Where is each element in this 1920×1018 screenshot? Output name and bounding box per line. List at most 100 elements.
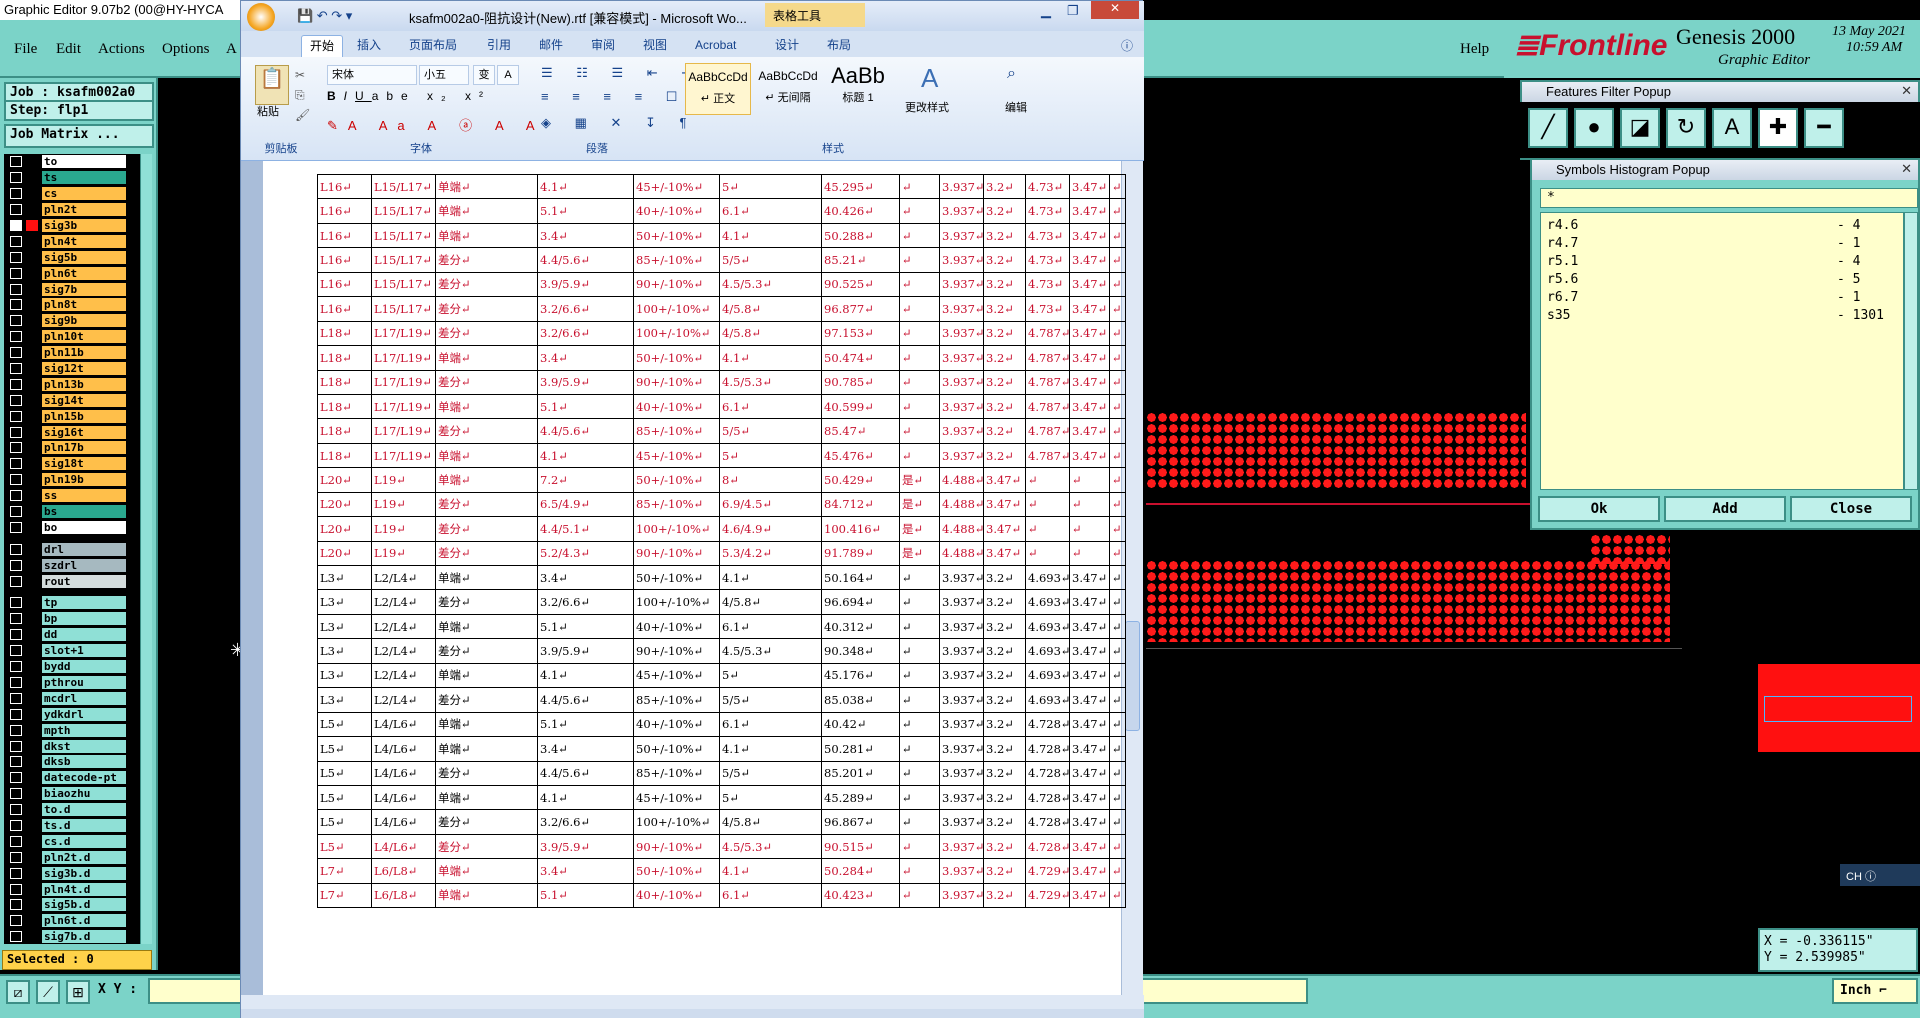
table-cell[interactable]: 3.937↵: [939, 418, 984, 444]
layer-row[interactable]: bp: [4, 611, 144, 627]
font-color-icons[interactable]: ✎A Aa A ⓐ A A: [327, 115, 545, 134]
layer-row[interactable]: pthrou: [4, 675, 144, 691]
table-cell[interactable]: 5.1↵: [537, 393, 634, 420]
table-cell[interactable]: L7↵: [317, 858, 372, 884]
layer-row[interactable]: rout: [4, 573, 144, 589]
table-cell[interactable]: 3.47↵: [1069, 833, 1110, 860]
table-cell[interactable]: 3.47↵: [983, 491, 1026, 518]
office-button-icon[interactable]: [247, 3, 275, 31]
table-cell[interactable]: L2/L4↵: [371, 687, 436, 713]
table-cell[interactable]: ↵: [1109, 345, 1126, 371]
layer-checkbox[interactable]: [10, 597, 22, 609]
table-cell[interactable]: 单端↵: [435, 858, 538, 884]
layer-row[interactable]: bo: [4, 519, 144, 535]
layer-row[interactable]: sig16t: [4, 424, 144, 440]
table-cell[interactable]: 3.47↵: [1069, 222, 1110, 249]
layer-row[interactable]: szdrl: [4, 557, 144, 573]
tab-design[interactable]: 设计: [767, 35, 807, 57]
table-cell[interactable]: L4/L6↵: [371, 711, 436, 738]
table-cell[interactable]: 3.937↵: [939, 858, 984, 884]
table-row[interactable]: L16↵ L15/L17↵ 差分↵ 3.9/5.9↵ 90+/-10%↵ 4.5/5.3↵…: [317, 271, 1126, 298]
layer-row[interactable]: to: [4, 154, 144, 170]
table-cell[interactable]: 单端↵: [435, 393, 538, 420]
table-cell[interactable]: ↵: [899, 809, 940, 835]
layer-checkbox[interactable]: [10, 899, 22, 911]
layer-row[interactable]: sig3b: [4, 218, 144, 234]
help-icon[interactable]: ⓘ: [1121, 37, 1133, 54]
table-cell[interactable]: 4.4/5.1↵: [537, 516, 634, 542]
table-cell[interactable]: 3.47↵: [1069, 418, 1110, 444]
table-cell[interactable]: 3.2↵: [983, 638, 1026, 664]
table-cell[interactable]: 3.937↵: [939, 662, 984, 689]
table-cell[interactable]: 50.474↵: [821, 345, 900, 371]
layer-name[interactable]: pln4t: [42, 234, 126, 248]
table-cell[interactable]: L18↵: [317, 442, 372, 469]
style-normal[interactable]: AaBbCcDd ↵ 正文: [685, 63, 751, 115]
table-cell[interactable]: ↵: [1025, 540, 1070, 567]
layer-name[interactable]: drl: [42, 542, 126, 556]
table-cell[interactable]: L20↵: [317, 467, 372, 493]
table-cell[interactable]: 100+/-10%↵: [633, 809, 720, 835]
table-cell[interactable]: 3.9/5.9↵: [537, 369, 634, 395]
layer-row[interactable]: pln15b: [4, 408, 144, 424]
table-cell[interactable]: ↵: [899, 711, 940, 738]
layer-checkbox[interactable]: [10, 347, 22, 359]
table-cell[interactable]: 6.1↵: [719, 613, 822, 640]
table-cell[interactable]: 85.47↵: [821, 418, 900, 444]
table-cell[interactable]: 3.2/6.6↵: [537, 589, 634, 615]
table-cell[interactable]: ↵: [1109, 491, 1126, 518]
table-cell[interactable]: 50.288↵: [821, 222, 900, 249]
table-row[interactable]: L20↵ L19↵ 差分↵ 4.4/5.1↵ 100+/-10%↵ 4.6/4.9↵ 100…: [317, 516, 1126, 542]
table-row[interactable]: L3↵ L2/L4↵ 单端↵ 4.1↵ 45+/-10%↵ 5↵ 45.176↵ ↵ 3.937…: [317, 662, 1126, 689]
table-cell[interactable]: L19↵: [371, 540, 436, 567]
table-cell[interactable]: 6.1↵: [719, 198, 822, 224]
layer-checkbox[interactable]: [10, 283, 22, 295]
table-cell[interactable]: 45.289↵: [821, 784, 900, 811]
layer-row[interactable]: pln6t.d: [4, 913, 144, 929]
table-cell[interactable]: ↵: [899, 589, 940, 615]
layer-checkbox[interactable]: [10, 204, 22, 216]
table-cell[interactable]: 4.728↵: [1025, 736, 1070, 762]
table-cell[interactable]: 4.728↵: [1025, 711, 1070, 738]
table-cell[interactable]: ↵: [1069, 540, 1110, 567]
table-cell[interactable]: 3.2↵: [983, 589, 1026, 615]
table-cell[interactable]: ↵: [1109, 198, 1126, 224]
table-cell[interactable]: ↵: [899, 564, 940, 591]
layer-name[interactable]: pln13b: [42, 377, 126, 391]
table-row[interactable]: L16↵ L15/L17↵ 差分↵ 3.2/6.6↵ 100+/-10%↵ 4/5.8↵ 9…: [317, 296, 1126, 322]
table-cell[interactable]: L17/L19↵: [371, 418, 436, 444]
table-cell[interactable]: 50+/-10%↵: [633, 222, 720, 249]
table-cell[interactable]: L18↵: [317, 320, 372, 347]
table-row[interactable]: L16↵ L15/L17↵ 单端↵ 3.4↵ 50+/-10%↵ 4.1↵ 50.288↵ ↵…: [317, 222, 1126, 249]
table-cell[interactable]: ↵: [1109, 638, 1126, 664]
layer-checkbox[interactable]: [10, 756, 22, 768]
table-cell[interactable]: 单端↵: [435, 222, 538, 249]
table-row[interactable]: L5↵ L4/L6↵ 单端↵ 5.1↵ 40+/-10%↵ 6.1↵ 40.42↵ ↵ 3.93…: [317, 711, 1126, 738]
table-cell[interactable]: 6.1↵: [719, 393, 822, 420]
table-cell[interactable]: L20↵: [317, 491, 372, 518]
table-cell[interactable]: 单端↵: [435, 345, 538, 371]
tab-acrobat[interactable]: Acrobat: [687, 35, 744, 57]
table-cell[interactable]: 3.47↵: [1069, 369, 1110, 395]
table-cell[interactable]: 差分↵: [435, 491, 538, 518]
edit-label[interactable]: 编辑: [1005, 99, 1027, 115]
table-cell[interactable]: 3.2↵: [983, 198, 1026, 224]
table-cell[interactable]: 5↵: [719, 442, 822, 469]
table-cell[interactable]: 3.937↵: [939, 784, 984, 811]
table-cell[interactable]: L3↵: [317, 613, 372, 640]
table-row[interactable]: L18↵ L17/L19↵ 单端↵ 3.4↵ 50+/-10%↵ 4.1↵ 50.474↵ ↵…: [317, 345, 1126, 371]
table-cell[interactable]: 40+/-10%↵: [633, 711, 720, 738]
table-cell[interactable]: 4/5.8↵: [719, 320, 822, 347]
table-cell[interactable]: 85+/-10%↵: [633, 418, 720, 444]
table-cell[interactable]: 3.47↵: [1069, 687, 1110, 713]
table-cell[interactable]: ↵: [1109, 882, 1126, 909]
table-cell[interactable]: 4.73↵: [1025, 173, 1070, 200]
table-cell[interactable]: 3.2↵: [983, 809, 1026, 835]
table-cell[interactable]: 90+/-10%↵: [633, 271, 720, 298]
text-feature-icon[interactable]: A: [1712, 108, 1752, 148]
table-cell[interactable]: 3.937↵: [939, 296, 984, 322]
table-cell[interactable]: 3.2↵: [983, 833, 1026, 860]
table-cell[interactable]: 3.937↵: [939, 271, 984, 298]
table-cell[interactable]: 4.693↵: [1025, 564, 1070, 591]
table-cell[interactable]: 4.787↵: [1025, 393, 1070, 420]
